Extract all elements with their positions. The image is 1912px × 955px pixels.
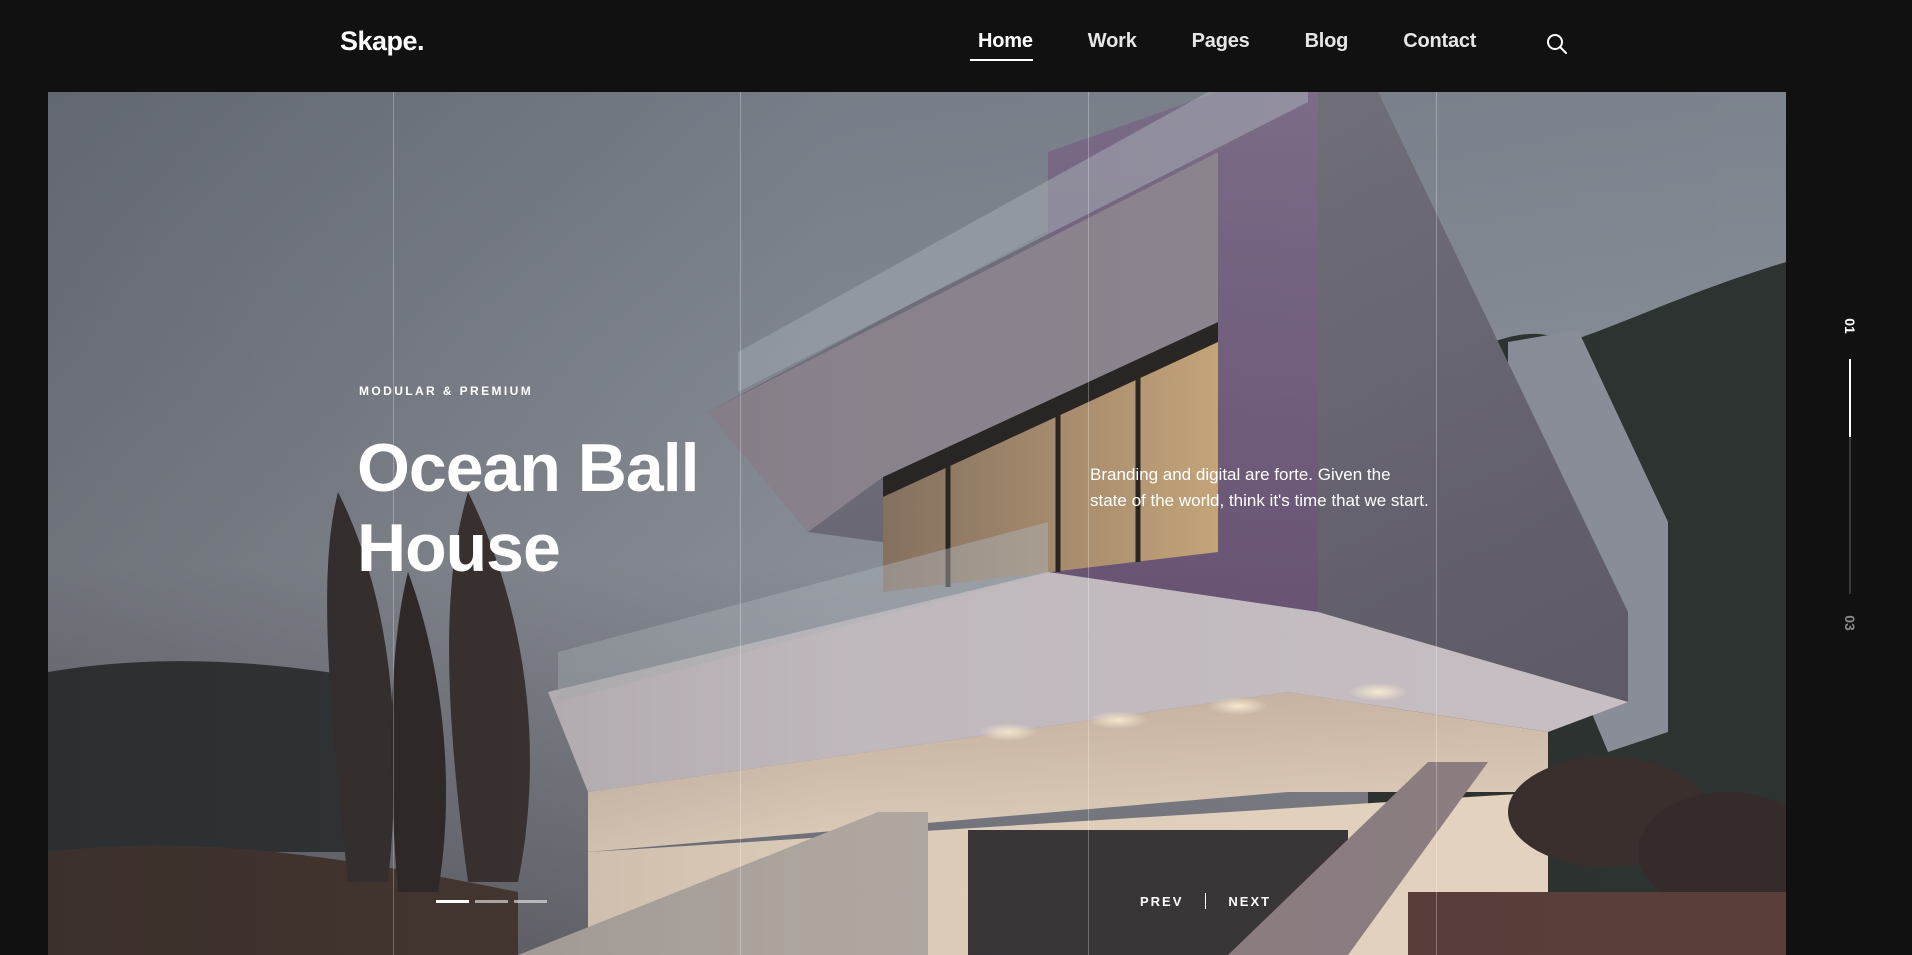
slide-dots	[436, 900, 547, 903]
prev-button[interactable]: PREV	[1140, 894, 1183, 909]
hero-title-line-2: House	[357, 510, 561, 586]
slide-dot-3[interactable]	[514, 900, 547, 903]
slide-dot-1[interactable]	[436, 900, 469, 903]
nav-item-pages[interactable]: Pages	[1192, 30, 1250, 59]
hero-description: Branding and digital are forte. Given th…	[1090, 465, 1429, 510]
hero-eyebrow: MODULAR & PREMIUM	[359, 384, 534, 398]
slide-dot-2[interactable]	[475, 900, 508, 903]
main-nav: Home Work Pages Blog Contact	[970, 30, 1531, 62]
logo[interactable]: Skape.	[340, 26, 425, 57]
slide-progress-fill	[1849, 359, 1851, 437]
hero-slider: MODULAR & PREMIUM Ocean Ball House Brand…	[48, 92, 1786, 955]
hero-overlay	[48, 92, 1786, 955]
slide-pager: PREV NEXT	[1140, 893, 1271, 909]
nav-item-home[interactable]: Home	[970, 30, 1033, 61]
site-header: Skape. Home Work Pages Blog Contact	[0, 0, 1912, 92]
grid-line	[1436, 92, 1437, 955]
slide-current-number: 01	[1842, 318, 1858, 334]
grid-line	[1088, 92, 1089, 955]
page: Skape. Home Work Pages Blog Contact MODU…	[0, 0, 1912, 955]
search-icon	[1547, 34, 1567, 54]
pager-divider	[1205, 893, 1207, 909]
search-button[interactable]	[1545, 32, 1569, 56]
slide-total-number: 03	[1842, 615, 1858, 631]
nav-item-blog[interactable]: Blog	[1305, 30, 1349, 59]
hero-title: Ocean Ball House	[357, 428, 817, 588]
hero-title-line-1: Ocean Ball	[357, 430, 699, 506]
nav-item-contact[interactable]: Contact	[1403, 30, 1476, 59]
nav-item-work[interactable]: Work	[1088, 30, 1137, 59]
next-button[interactable]: NEXT	[1228, 894, 1271, 909]
